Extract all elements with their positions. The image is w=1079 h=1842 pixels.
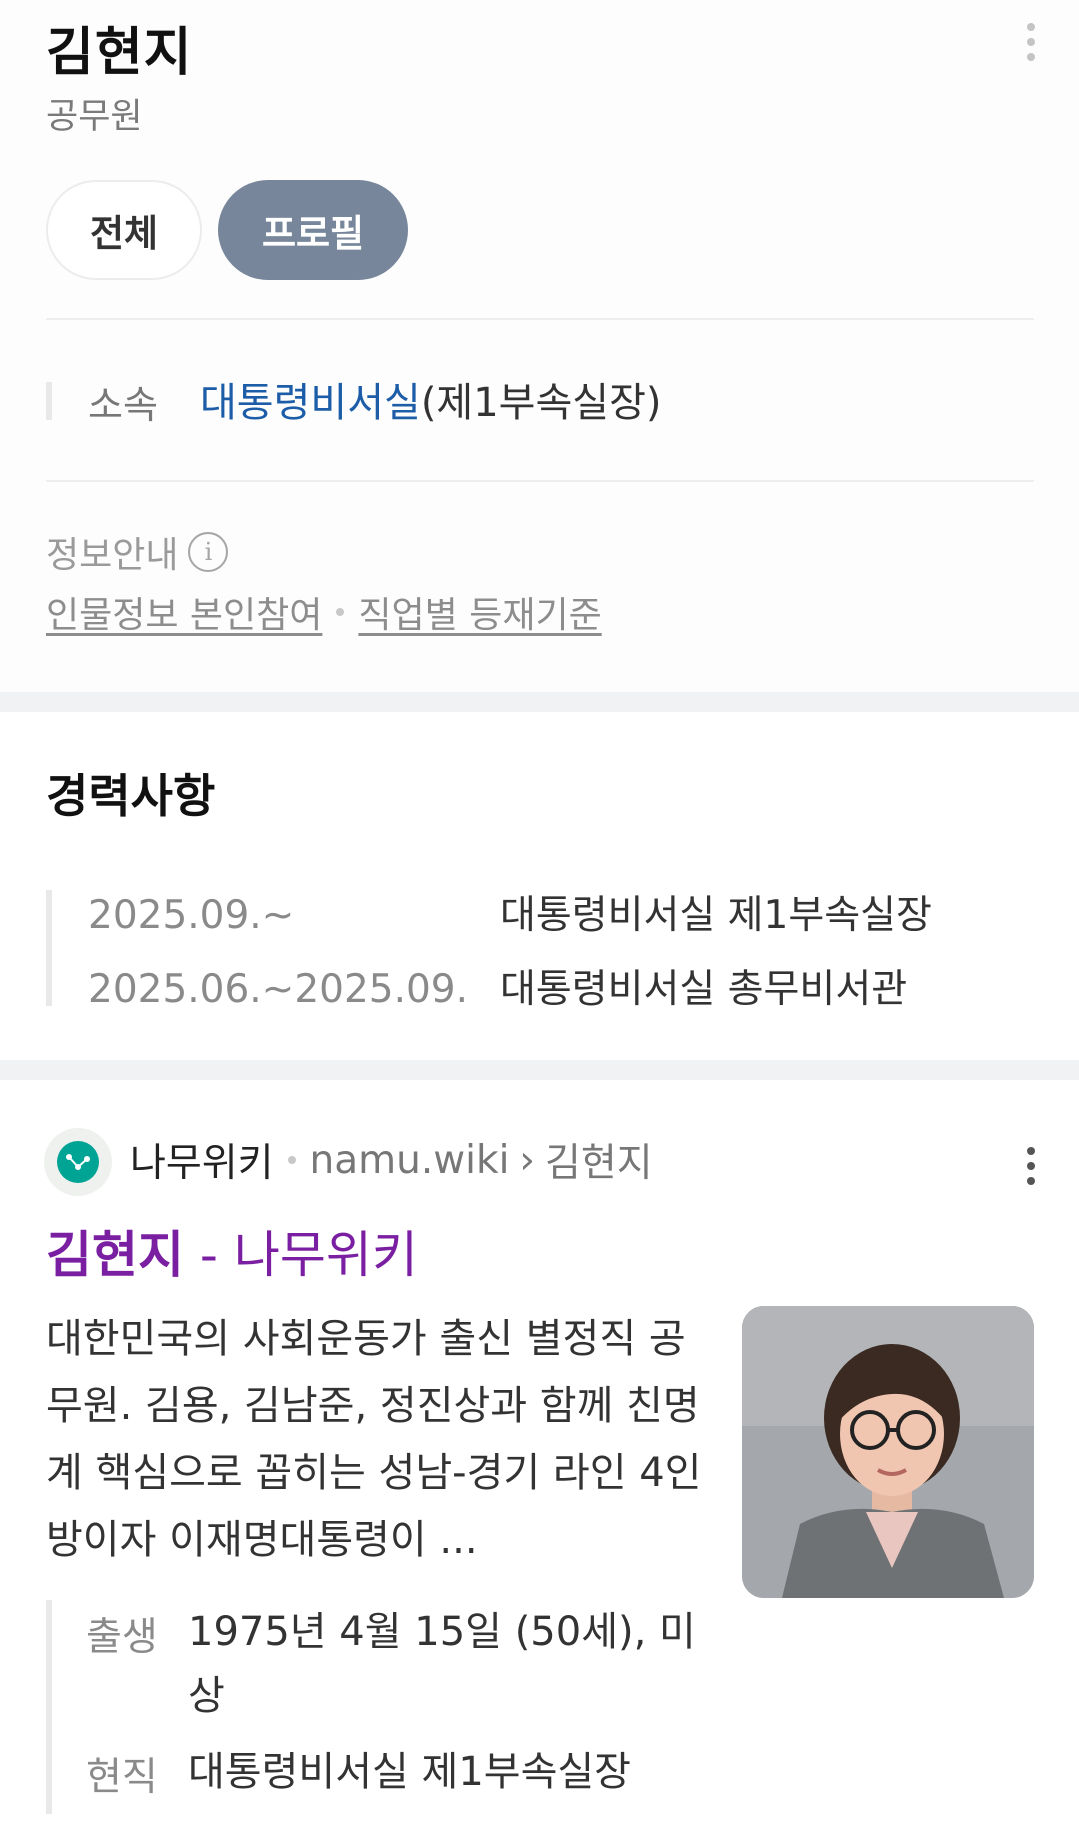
fact-label-current: 현직 — [86, 1755, 158, 1800]
site-name: 나무위키 — [130, 1141, 274, 1186]
namu-wiki-logo-icon[interactable] — [44, 1128, 112, 1196]
affiliation-bar — [46, 382, 52, 420]
career-desc: 대통령비서실 제1부속실장 — [500, 893, 932, 938]
career-period: 2025.09.~ — [88, 893, 295, 938]
affiliation-suffix: (제1부속실장) — [420, 380, 662, 426]
more-options-icon[interactable] — [1016, 1136, 1046, 1196]
result-snippet: 대한민국의 사회운동가 출신 별정직 공무원. 김용, 김남준, 정진상과 함께… — [46, 1316, 702, 1563]
separator-dot — [287, 1156, 296, 1164]
tab-profile[interactable]: 프로필 — [218, 180, 408, 280]
info-links: 인물정보 본인참여 직업별 등재기준 — [46, 586, 602, 638]
fact-label-birth: 출생 — [86, 1615, 158, 1660]
info-guide-label: 정보안내 — [46, 535, 179, 576]
career-row: 2025.09.~ 대통령비서실 제1부속실장 — [88, 884, 932, 940]
result-source[interactable]: 나무위키 namu.wiki › 김현지 — [130, 1132, 653, 1188]
person-name[interactable]: 김현지 — [46, 10, 193, 85]
site-url: namu.wiki — [309, 1137, 510, 1183]
result-title-rest: - 나무위키 — [184, 1226, 418, 1284]
divider — [46, 318, 1034, 320]
affiliation-link[interactable]: 대통령비서실 — [200, 380, 421, 426]
career-title: 경력사항 — [46, 769, 216, 823]
listing-criteria-link[interactable]: 직업별 등재기준 — [358, 586, 601, 638]
fact-value-birth: 1975년 4월 15일 (50세), 미상 — [188, 1609, 696, 1719]
info-guide[interactable]: 정보안내 i — [46, 526, 229, 578]
divider — [46, 480, 1034, 482]
self-participation-link[interactable]: 인물정보 본인참여 — [46, 586, 322, 638]
career-period: 2025.06.~2025.09. — [88, 967, 469, 1012]
section-gap — [0, 1060, 1079, 1080]
profile-card: 김현지 공무원 전체 프로필 소속 대통령비서실(제1부속실장) 정보안내 i … — [0, 0, 1079, 692]
affiliation-label: 소속 — [88, 383, 158, 427]
result-title-bold: 김현지 — [46, 1226, 184, 1284]
tab-all[interactable]: 전체 — [46, 180, 202, 280]
fact-value-current: 대통령비서실 제1부속실장 — [188, 1749, 631, 1795]
affiliation-value: 대통령비서실(제1부속실장) — [200, 370, 661, 428]
more-options-icon[interactable] — [1016, 12, 1046, 72]
career-row: 2025.06.~2025.09. 대통령비서실 총무비서관 — [88, 958, 907, 1014]
separator-dot — [336, 608, 345, 616]
person-occupation: 공무원 — [46, 97, 143, 137]
career-desc: 대통령비서실 총무비서관 — [500, 967, 908, 1012]
section-gap — [0, 692, 1079, 712]
person-photo[interactable] — [742, 1306, 1034, 1598]
career-bar — [46, 890, 52, 1006]
info-icon[interactable]: i — [188, 532, 229, 572]
result-title-link[interactable]: 김현지 - 나무위키 — [46, 1215, 418, 1287]
breadcrumb-separator: › — [519, 1137, 536, 1183]
facts-bar — [46, 1600, 52, 1814]
breadcrumb: 김현지 — [545, 1141, 653, 1186]
